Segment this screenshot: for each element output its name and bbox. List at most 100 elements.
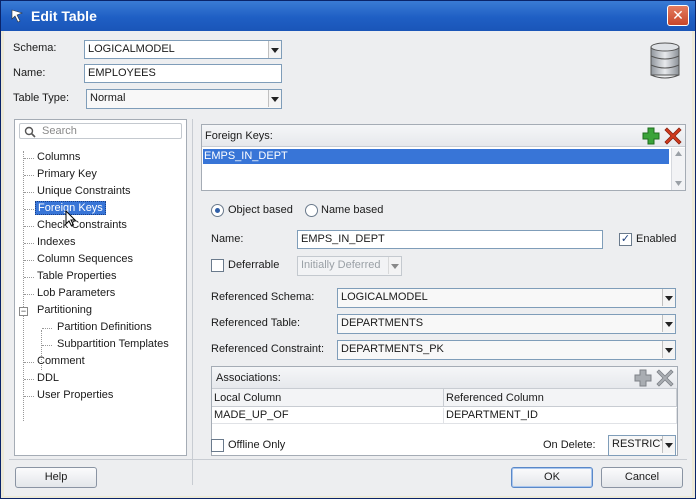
ref-constraint-value: DEPARTMENTS_PK [341,343,444,355]
on-delete-select[interactable]: RESTRICT [608,435,676,456]
chevron-down-icon[interactable] [388,257,401,274]
associations-header: Associations: [212,367,677,389]
ref-constraint-label: Referenced Constraint: [211,343,325,355]
foreign-keys-list: Foreign Keys: EMPS_IN_DEPT [201,124,686,191]
table-type-label: Table Type: [13,92,70,104]
chevron-down-icon[interactable] [662,436,675,453]
table-cell-local-column[interactable]: MADE_UP_OF [212,408,444,424]
column-header-local[interactable]: Local Column [212,389,444,407]
chevron-down-icon[interactable] [662,289,675,306]
deferrable-label: Deferrable [228,259,280,271]
scroll-down-icon[interactable] [675,181,682,186]
table-cell-referenced-column[interactable]: DEPARTMENT_ID [444,408,677,424]
name-based-radio[interactable] [305,204,318,217]
initially-deferred-value: Initially Deferred [301,259,381,271]
schema-label: Schema: [13,42,57,54]
collapse-icon[interactable]: − [19,307,28,316]
nav-item-subpartition-templates[interactable]: Subpartition Templates [57,338,169,350]
nav-item-comment[interactable]: Comment [37,355,85,367]
foreign-keys-title: Foreign Keys: [205,130,273,142]
tree-connector [42,328,52,329]
nav-item-primary-key[interactable]: Primary Key [37,168,97,180]
initially-deferred-select[interactable]: Initially Deferred [297,256,402,276]
remove-icon[interactable] [664,127,682,145]
name-label: Name: [13,67,46,79]
ref-constraint-select[interactable]: DEPARTMENTS_PK [337,340,676,360]
cancel-button[interactable]: Cancel [601,467,683,488]
tree-connector [24,379,34,380]
chevron-down-icon[interactable] [662,315,675,332]
search-input[interactable]: Search [19,123,182,139]
nav-item-lob-parameters[interactable]: Lob Parameters [37,287,115,299]
vertical-scrollbar[interactable] [671,148,685,190]
ref-table-label: Referenced Table: [211,317,301,329]
fk-name-field[interactable]: EMPS_IN_DEPT [297,230,603,249]
object-based-radio[interactable] [211,204,224,217]
tree-connector [24,362,34,363]
table-name-value: EMPLOYEES [88,67,156,79]
ref-table-value: DEPARTMENTS [341,317,424,329]
object-based-label: Object based [228,204,293,216]
scroll-up-icon[interactable] [675,151,682,156]
search-placeholder: Search [42,125,77,137]
add-icon[interactable] [634,369,652,387]
ok-button[interactable]: OK [511,467,593,488]
close-icon[interactable]: ✕ [667,5,689,26]
nav-item-column-sequences[interactable]: Column Sequences [37,253,133,265]
navigation-panel: Search Columns Primary Key Unique Constr… [14,119,187,456]
tree-connector [24,226,34,227]
ref-table-select[interactable]: DEPARTMENTS [337,314,676,334]
on-delete-value: RESTRICT [612,438,667,450]
name-based-label: Name based [321,204,384,216]
schema-value: LOGICALMODEL [88,43,175,55]
table-type-value: Normal [90,92,126,104]
nav-item-unique-constraints[interactable]: Unique Constraints [37,185,131,197]
list-item[interactable]: EMPS_IN_DEPT [203,149,669,164]
nav-item-partition-definitions[interactable]: Partition Definitions [57,321,152,333]
dialog-body: Schema: LOGICALMODEL Name: EMPLOYEES Tab… [4,31,692,496]
nav-item-columns[interactable]: Columns [37,151,80,163]
chevron-down-icon[interactable] [268,90,281,107]
nav-item-ddl[interactable]: DDL [37,372,59,384]
ref-schema-value: LOGICALMODEL [341,291,428,303]
database-icon [650,42,680,79]
tree-connector [24,396,34,397]
tree-connector [24,209,34,210]
tree-connector [24,243,34,244]
tree-connector [24,175,34,176]
nav-item-indexes[interactable]: Indexes [37,236,76,248]
nav-item-check-constraints[interactable]: Check Constraints [37,219,127,231]
schema-select[interactable]: LOGICALMODEL [84,40,282,59]
nav-item-user-properties[interactable]: User Properties [37,389,113,401]
chevron-down-icon[interactable] [268,41,281,58]
table-name-field[interactable]: EMPLOYEES [84,64,282,83]
remove-icon[interactable] [656,369,674,387]
chevron-down-icon[interactable] [662,341,675,358]
window-title: Edit Table [31,8,97,24]
offline-only-checkbox[interactable] [211,439,224,452]
column-header-referenced[interactable]: Referenced Column [444,389,677,407]
deferrable-checkbox[interactable] [211,259,224,272]
ref-schema-label: Referenced Schema: [211,291,315,303]
panel-splitter[interactable] [192,119,193,485]
nav-item-table-properties[interactable]: Table Properties [37,270,117,282]
title-bar: Edit Table ✕ [1,1,695,31]
ref-schema-select[interactable]: LOGICALMODEL [337,288,676,308]
enabled-label: Enabled [636,233,677,245]
footer-divider [9,459,687,460]
add-icon[interactable] [642,127,660,145]
associations-title: Associations: [216,372,281,384]
edit-table-dialog: Edit Table ✕ Schema: LOGICALMODEL Name: … [0,0,696,499]
nav-item-partitioning[interactable]: Partitioning [37,304,92,316]
on-delete-label: On Delete: [543,439,596,451]
enabled-checkbox[interactable]: ✓ [619,233,632,246]
app-icon [11,9,23,23]
tree-connector [24,294,34,295]
foreign-keys-header: Foreign Keys: [202,125,685,147]
help-button[interactable]: Help [15,467,97,488]
tree-connector [24,260,34,261]
fk-name-value: EMPS_IN_DEPT [301,233,385,245]
table-type-select[interactable]: Normal [86,89,282,109]
tree-connector [24,192,34,193]
tree-connector [24,277,34,278]
